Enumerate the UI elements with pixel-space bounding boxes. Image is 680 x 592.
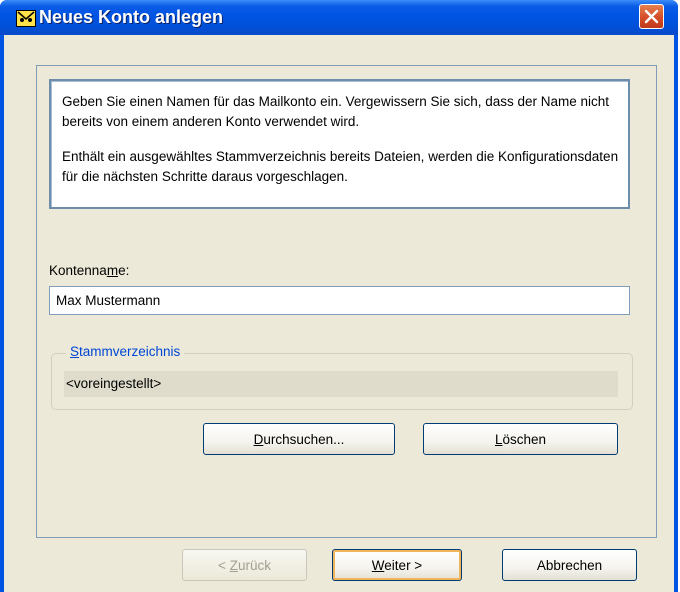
dialog-client-area: Geben Sie einen Namen für das Mailkonto … xyxy=(4,35,674,592)
info-paragraph-1: Geben Sie einen Namen für das Mailkonto … xyxy=(62,94,610,129)
title-bar[interactable]: Neues Konto anlegen xyxy=(0,0,678,35)
root-directory-group: Stammverzeichnis <voreingestellt> xyxy=(51,344,633,410)
root-directory-legend[interactable]: Stammverzeichnis xyxy=(66,344,185,359)
account-name-input[interactable] xyxy=(49,286,630,315)
mail-app-icon xyxy=(16,10,36,27)
close-icon xyxy=(644,9,659,24)
cancel-button[interactable]: Abbrechen xyxy=(502,549,637,581)
delete-button[interactable]: Löschen xyxy=(423,423,618,455)
wizard-page: Geben Sie einen Namen für das Mailkonto … xyxy=(36,65,657,538)
root-directory-value: <voreingestellt> xyxy=(64,371,618,397)
dialog-window: Neues Konto anlegen Geben Sie einen Name… xyxy=(0,0,678,592)
next-button[interactable]: Weiter > xyxy=(332,549,462,581)
info-box: Geben Sie einen Namen für das Mailkonto … xyxy=(49,79,630,209)
close-button[interactable] xyxy=(639,4,664,29)
account-name-label: Kontenname: xyxy=(49,263,130,278)
back-button[interactable]: < Zurück xyxy=(182,549,307,581)
browse-button[interactable]: Durchsuchen... xyxy=(203,423,395,455)
window-title: Neues Konto anlegen xyxy=(39,7,224,27)
info-paragraph-2: Enthält ein ausgewähltes Stammverzeichni… xyxy=(62,149,619,184)
